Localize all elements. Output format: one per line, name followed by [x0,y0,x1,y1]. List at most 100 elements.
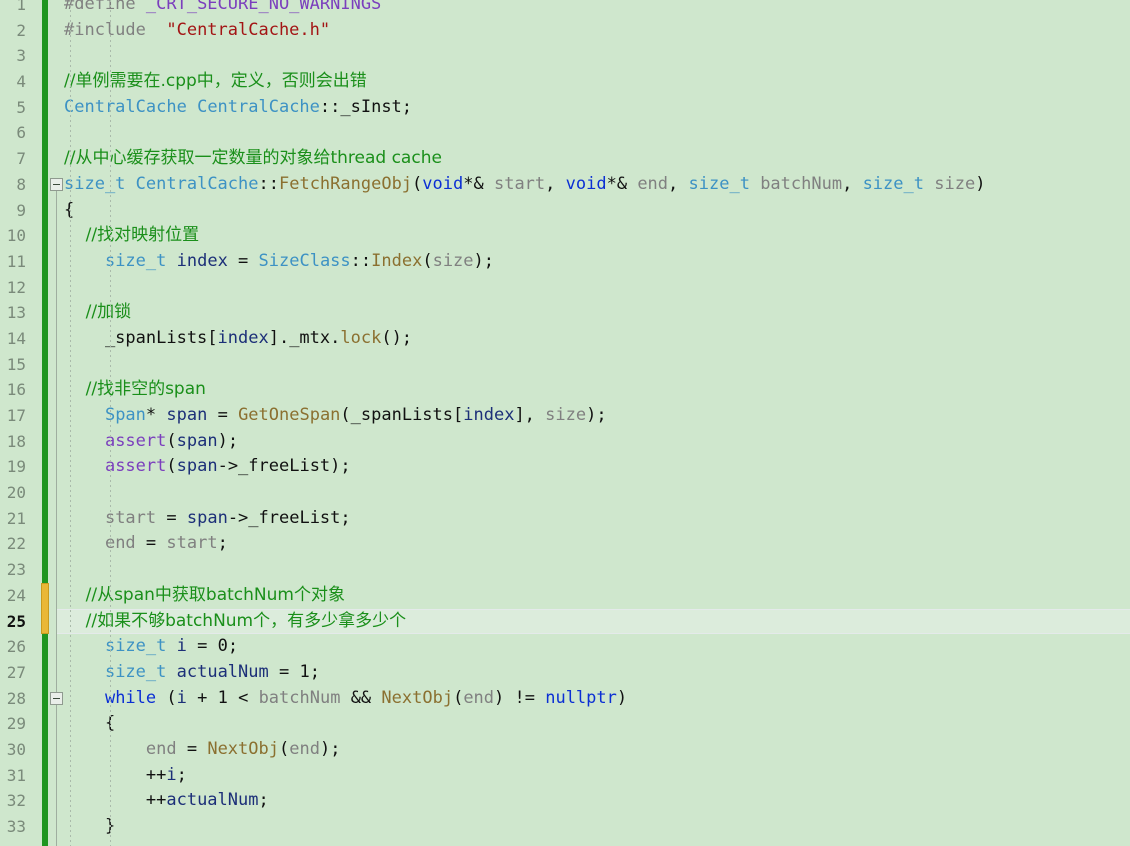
code-token-type: SizeClass [258,250,351,271]
code-token-plain: ( [156,687,177,708]
code-line[interactable]: _spanLists[index]._mtx.lock(); [56,326,1130,352]
code-line[interactable] [56,275,1130,301]
code-token-local: actualNum [176,661,269,682]
line-number: 1 [16,0,26,14]
code-line[interactable]: { [56,711,1130,737]
line-number: 19 [6,457,26,477]
code-token-plain: ++ [64,764,167,785]
code-token-type: Span [104,405,146,425]
code-line[interactable]: start = span->_freeList; [56,506,1130,532]
code-token-keyword: void [422,173,464,194]
code-line[interactable]: //找非空的span [56,377,1130,403]
code-token-plain: ; [176,764,187,785]
outlining-column[interactable] [48,0,70,846]
code-line[interactable]: //从中心缓存获取一定数量的对象给thread cache [56,146,1130,172]
code-token-param: start [104,507,157,528]
code-token-comment: //找非空的span [64,379,206,400]
line-number: 13 [6,303,26,323]
code-line[interactable] [56,480,1130,506]
code-line[interactable]: #include "CentralCache.h" [56,18,1130,44]
code-line[interactable]: { [56,198,1130,224]
code-token-local: span [176,430,218,451]
code-token-plain: = [186,636,218,657]
code-line[interactable]: //加锁 [56,300,1130,326]
code-token-param: start [166,533,218,554]
code-token-local: index [463,405,515,425]
code-token-type: CentralCache [64,96,187,117]
code-token-func: lock [340,327,382,348]
code-line[interactable] [56,352,1130,378]
line-number: 20 [6,483,26,503]
code-token-plain: , [545,173,566,194]
code-editor[interactable]: 1 2 3 4 5 6 7 8 9 10 11 12 13 14 15 16 17 18 19 20 21 22 23 24 2… [0,0,1130,846]
code-line[interactable]: //单例需要在.cpp中，定义，否则会出错 [56,69,1130,95]
code-line[interactable]: end = start; [56,531,1130,557]
code-line[interactable]: #define _CRT_SECURE_NO_WARNINGS [56,0,1130,18]
code-token-comment: //从中心缓存获取一定数量的对象给thread cache [64,148,442,169]
code-token-plain: ], [514,405,546,425]
code-token-func: NextObj [381,687,454,708]
code-token-local: span [176,456,218,477]
code-line[interactable]: size_t CentralCache::FetchRangeObj(void*… [56,172,1130,198]
line-number: 24 [6,585,26,605]
code-line[interactable]: //从span中获取batchNum个对象 [56,583,1130,609]
code-line[interactable] [56,557,1130,583]
fold-expanded-icon[interactable] [50,691,63,705]
code-surface[interactable]: #define _CRT_SECURE_NO_WARNINGS #include … [48,0,1130,840]
code-line[interactable]: size_t actualNum = 1; [56,660,1130,686]
code-line[interactable] [56,120,1130,146]
code-token-plain: *& [463,173,494,194]
code-token-param: end [145,738,177,759]
code-token-plain: :: [258,173,279,194]
code-token-local: actualNum [166,790,259,811]
code-line[interactable]: ++actualNum; [56,788,1130,814]
code-line[interactable]: } [56,814,1130,840]
code-token-plain: ( [412,173,423,194]
line-number: 23 [6,560,26,580]
code-token-plain: + [186,687,218,708]
code-token-plain: = [135,533,167,554]
code-line[interactable]: assert(span->_freeList); [56,454,1130,480]
code-token-plain: ) [616,687,628,708]
code-line[interactable]: Span* span = GetOneSpan(_spanLists[index… [56,403,1130,429]
code-line[interactable]: //找对映射位置 [56,223,1130,249]
code-token-plain: ); [473,250,495,271]
code-token-param: batchNum [760,173,843,194]
code-token-local: i [166,764,177,785]
line-number: 31 [6,765,26,785]
code-line[interactable]: while (i + 1 < batchNum && NextObj(end) … [56,686,1130,712]
line-number: 7 [16,149,26,169]
code-line[interactable]: CentralCache CentralCache::_sInst; [56,95,1130,121]
code-token-keyword: while [104,687,157,708]
line-number-column: 1 2 3 4 5 6 7 8 9 10 11 12 13 14 15 16 17 18 19 20 21 22 23 24 2… [0,0,30,838]
code-token-type: size_t [104,250,167,271]
fold-expanded-icon[interactable] [50,177,63,191]
code-line[interactable]: end = NextObj(end); [56,737,1130,763]
code-token-plain: ; [258,790,269,811]
code-line[interactable] [56,43,1130,69]
line-number: 29 [6,714,26,734]
code-line-current[interactable]: //如果不够batchNum个，有多少拿多少个 [48,608,1130,635]
fold-region-line [56,704,57,834]
code-token-type: size_t [862,173,924,194]
code-token-func: FetchRangeObj [278,173,413,194]
code-token-comment: //如果不够batchNum个，有多少拿多少个 [64,610,407,631]
code-line[interactable]: ++i; [56,763,1130,789]
code-token-string: "CentralCache.h" [166,19,331,40]
code-token-comment: //加锁 [64,302,132,323]
line-number: 3 [16,46,26,66]
code-token-plain: = [207,405,239,425]
code-token-plain: ; [227,636,239,657]
code-token-local: span [186,507,228,528]
code-line[interactable]: assert(span); [56,429,1130,455]
code-line[interactable]: size_t i = 0; [56,634,1130,660]
code-line[interactable]: size_t index = SizeClass::Index(size); [56,249,1130,275]
code-token-plain: = [227,250,259,271]
